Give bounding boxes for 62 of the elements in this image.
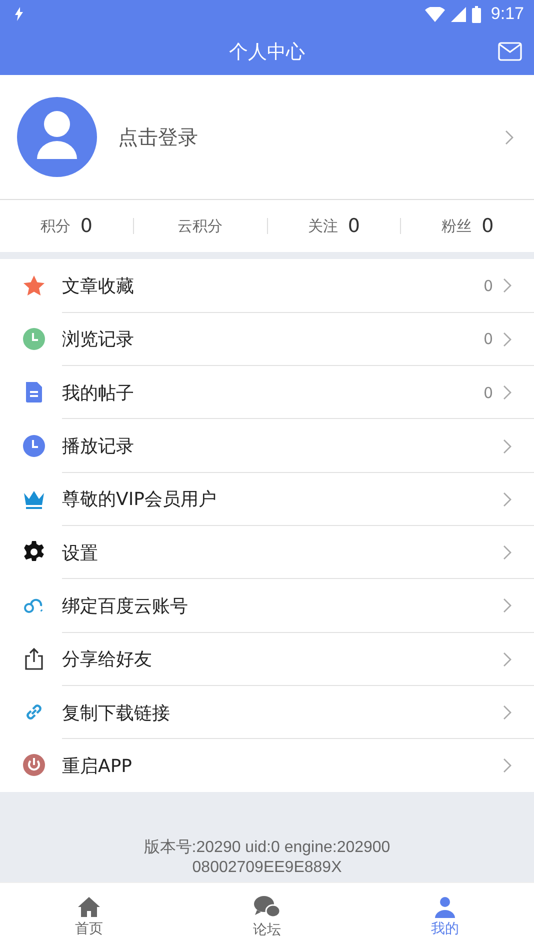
version-text: 版本号:20290 uid:0 engine:202900 08002709EE9E889X bbox=[142, 838, 392, 878]
chevron-right-icon bbox=[503, 332, 512, 347]
menu-item[interactable]: 绑定百度云账号 bbox=[0, 578, 534, 632]
menu-item[interactable]: 尊敬的VIP会员用户 bbox=[0, 472, 534, 526]
chevron-right-icon bbox=[503, 492, 512, 507]
star-icon bbox=[22, 274, 46, 298]
menu-item[interactable]: 播放记录 bbox=[0, 418, 534, 472]
menu-item[interactable]: 复制下载链接 bbox=[0, 685, 534, 739]
menu-label: 文章收藏 bbox=[62, 274, 135, 298]
chevron-right-icon bbox=[503, 385, 512, 400]
wifi-icon bbox=[424, 6, 445, 22]
battery-icon bbox=[472, 6, 481, 22]
menu-label: 分享给好友 bbox=[62, 648, 153, 672]
menu-item[interactable]: 分享给好友 bbox=[0, 632, 534, 686]
stat-label: 云积分 bbox=[178, 216, 223, 236]
stat-value: 0 bbox=[80, 215, 92, 237]
menu-label: 尊敬的VIP会员用户 bbox=[62, 488, 218, 512]
menu-label: 重启APP bbox=[62, 754, 134, 778]
clock-icon bbox=[22, 326, 46, 351]
menu-label: 浏览记录 bbox=[62, 328, 135, 352]
menu-label: 复制下载链接 bbox=[62, 702, 171, 725]
status-time: 9:17 bbox=[490, 4, 524, 24]
chevron-right-icon bbox=[503, 705, 512, 720]
chevron-right-icon bbox=[503, 758, 512, 774]
nav-tab[interactable]: 首页 bbox=[0, 883, 178, 950]
chevron-right-icon bbox=[503, 545, 512, 560]
person-icon bbox=[434, 896, 456, 918]
menu-item[interactable]: 设置 bbox=[0, 525, 534, 579]
home-icon bbox=[77, 896, 101, 918]
login-row[interactable]: 点击登录 bbox=[0, 75, 534, 200]
signal-icon bbox=[450, 6, 466, 22]
login-text: 点击登录 bbox=[118, 124, 199, 150]
nav-tab[interactable]: 我的 bbox=[356, 883, 534, 950]
stat-value: 0 bbox=[482, 215, 494, 237]
stat-label: 积分 bbox=[40, 216, 70, 236]
menu-item[interactable]: 重启APP bbox=[0, 738, 534, 792]
stat-label: 粉丝 bbox=[442, 216, 472, 236]
stat-label: 关注 bbox=[308, 216, 338, 236]
clock-icon bbox=[22, 434, 46, 458]
chevron-right-icon bbox=[503, 598, 512, 614]
menu-count: 0 bbox=[483, 384, 493, 402]
menu-item[interactable]: 浏览记录 0 bbox=[0, 312, 534, 366]
flash-icon bbox=[14, 7, 24, 21]
menu-label: 播放记录 bbox=[62, 435, 135, 458]
stat-value: 0 bbox=[348, 215, 360, 237]
menu-item[interactable]: 我的帖子 0 bbox=[0, 366, 534, 419]
chevron-right-icon bbox=[503, 438, 512, 454]
chevron-right-icon bbox=[503, 652, 512, 667]
power-icon bbox=[22, 753, 46, 778]
chat-bubbles-icon bbox=[253, 894, 281, 918]
chevron-right-icon bbox=[505, 130, 514, 144]
page-title: 个人中心 bbox=[229, 40, 305, 64]
menu-item[interactable]: 文章收藏 0 bbox=[0, 259, 534, 312]
mail-icon[interactable] bbox=[498, 42, 522, 61]
menu-label: 我的帖子 bbox=[62, 382, 135, 405]
menu-label: 设置 bbox=[62, 542, 99, 565]
share-icon bbox=[22, 646, 46, 671]
menu-label: 绑定百度云账号 bbox=[62, 594, 189, 618]
menu-count: 0 bbox=[483, 330, 493, 348]
menu-count: 0 bbox=[483, 276, 493, 295]
nav-tab[interactable]: 论坛 bbox=[178, 883, 356, 950]
chevron-right-icon bbox=[503, 278, 512, 294]
